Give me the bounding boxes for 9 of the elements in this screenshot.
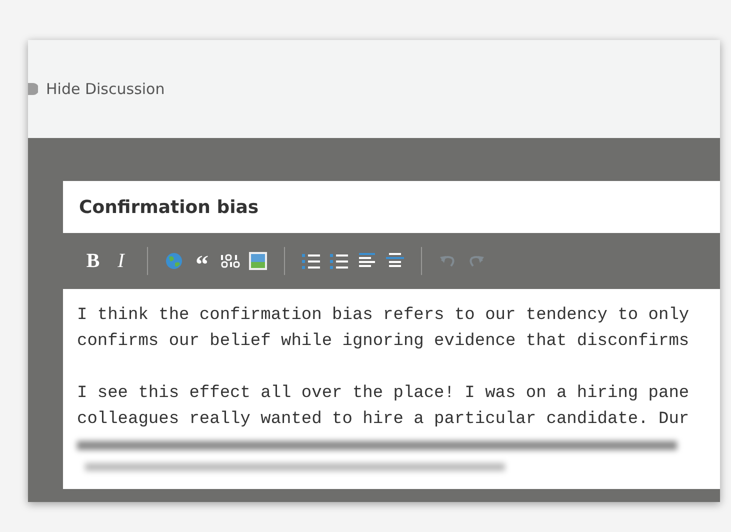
hide-discussion-link[interactable]: Hide Discussion — [46, 78, 165, 100]
body-paragraph: I think the confirmation bias refers to our tendency to only confirms our belief while ignoring evidence that disconfirms — [77, 305, 690, 353]
body-text-area[interactable] — [63, 289, 720, 489]
title-field[interactable]: Confirmation bias — [63, 181, 720, 233]
body-paragraph: I see this effect all over the place! I was on a hiring pane colleagues really wanted to hire a particular candidate. Dur — [77, 383, 690, 431]
italic-button[interactable]: I — [107, 247, 135, 275]
quote-button[interactable]: “ — [188, 247, 216, 275]
bold-button[interactable]: B — [79, 247, 107, 275]
speech-bubble-icon — [28, 82, 38, 96]
